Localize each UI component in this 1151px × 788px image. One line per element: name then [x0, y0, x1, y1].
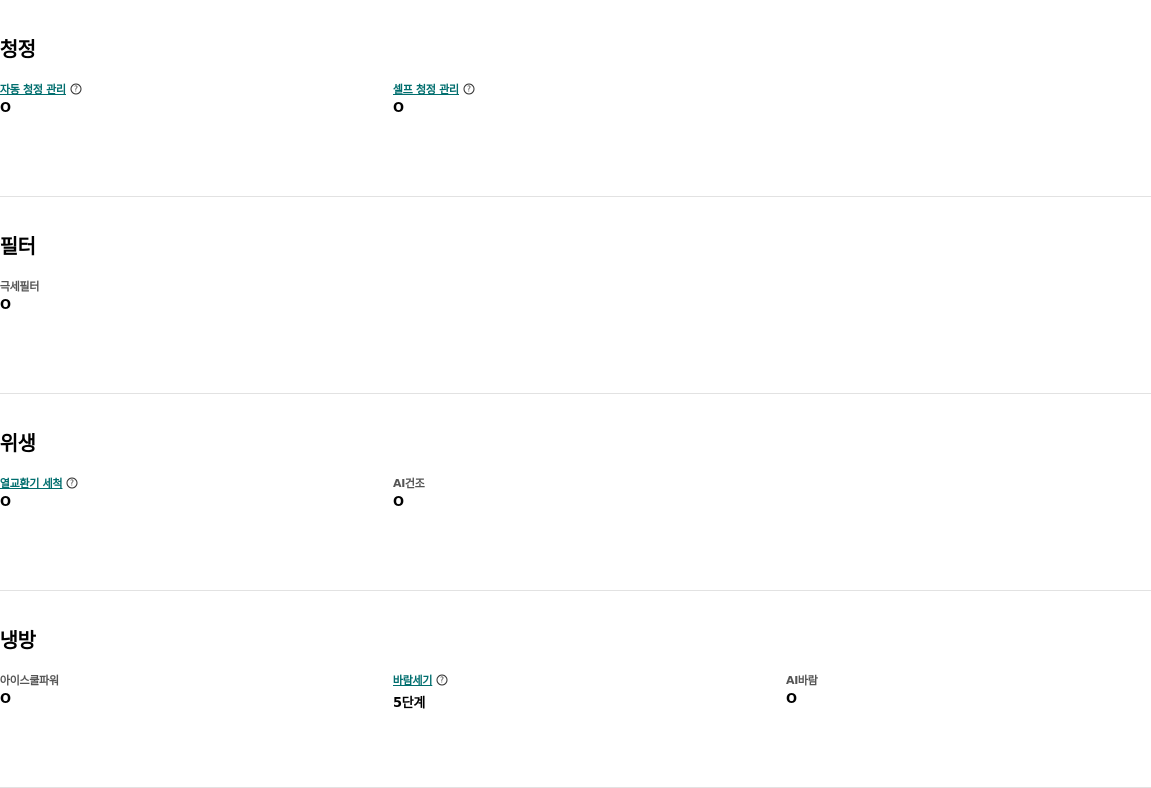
section-cleaning: 청정 자동 청정 관리 ? O 셀프 청정 관리 ? O	[0, 0, 1151, 197]
spec-self-clean: 셀프 청정 관리 ? O	[393, 80, 475, 116]
spec-link-auto-clean[interactable]: 자동 청정 관리	[0, 81, 66, 97]
spec-value: O	[786, 692, 797, 707]
spec-value: O	[0, 101, 11, 116]
question-circle-icon[interactable]: ?	[436, 674, 448, 686]
spec-auto-clean: 자동 청정 관리 ? O	[0, 80, 82, 116]
question-circle-icon[interactable]: ?	[66, 477, 78, 489]
spec-label: 아이스쿨파워	[0, 674, 59, 687]
spec-label: 극세필터	[0, 280, 40, 293]
spec-link-self-clean[interactable]: 셀프 청정 관리	[393, 81, 459, 97]
section-filter: 필터 극세필터 O	[0, 197, 1151, 394]
spec-link-wind-strength[interactable]: 바람세기	[393, 672, 433, 688]
svg-text:?: ?	[74, 85, 78, 94]
section-title: 필터	[0, 234, 36, 258]
spec-page: 청정 자동 청정 관리 ? O 셀프 청정 관리 ? O 필터 극세필터 O 위…	[0, 0, 1151, 788]
spec-value: O	[0, 692, 11, 707]
section-title: 위생	[0, 431, 36, 455]
spec-value: O	[0, 495, 11, 510]
section-cooling: 냉방 아이스쿨파워 O 바람세기 ? 5단계 AI바람 O	[0, 591, 1151, 788]
question-circle-icon[interactable]: ?	[70, 83, 82, 95]
question-circle-icon[interactable]: ?	[463, 83, 475, 95]
spec-heat-exchanger-wash: 열교환기 세척 ? O	[0, 474, 78, 510]
svg-text:?: ?	[467, 85, 471, 94]
spec-label: AI바람	[786, 674, 818, 687]
svg-text:?: ?	[440, 676, 444, 685]
spec-ai-dry: AI건조 O	[393, 474, 425, 510]
section-title: 청정	[0, 37, 36, 61]
spec-ice-cool-power: 아이스쿨파워 O	[0, 671, 59, 707]
spec-micro-filter: 극세필터 O	[0, 277, 40, 313]
spec-link-heat-exchanger-wash[interactable]: 열교환기 세척	[0, 475, 63, 491]
section-hygiene: 위생 열교환기 세척 ? O AI건조 O	[0, 394, 1151, 591]
spec-value: O	[393, 101, 404, 116]
spec-value: O	[0, 298, 11, 313]
spec-wind-strength: 바람세기 ? 5단계	[393, 671, 448, 711]
svg-text:?: ?	[70, 479, 74, 488]
spec-label: AI건조	[393, 477, 425, 490]
spec-ai-wind: AI바람 O	[786, 671, 818, 707]
spec-value: O	[393, 495, 404, 510]
section-title: 냉방	[0, 628, 36, 652]
spec-value: 5단계	[393, 696, 426, 711]
